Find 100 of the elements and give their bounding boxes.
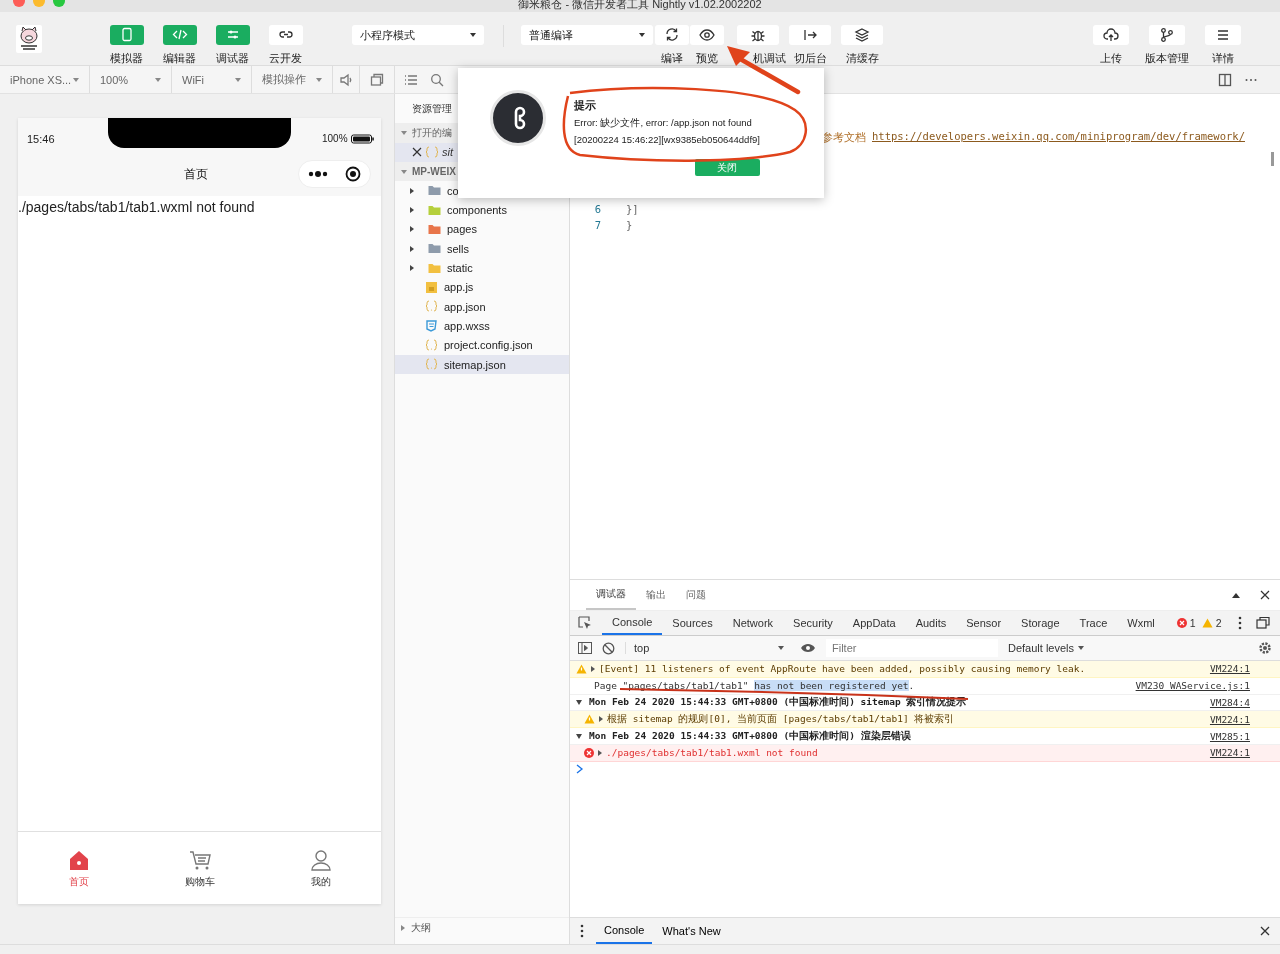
file-item[interactable]: sitemap.json: [395, 354, 569, 375]
source-link[interactable]: VM285:1: [1209, 730, 1250, 742]
file-item[interactable]: app.json: [395, 296, 569, 317]
mode-toggle-button[interactable]: [162, 25, 197, 45]
file-item[interactable]: project.config.json: [395, 335, 569, 355]
folder-item[interactable]: co: [395, 181, 458, 201]
compile-select[interactable]: 普通编译: [521, 25, 653, 45]
close-icon[interactable]: [1260, 926, 1270, 936]
console-message: Page "pages/tabs/tab1/tab1" has not been registered yet.: [594, 680, 915, 692]
section-header[interactable]: 打开的编: [395, 123, 458, 143]
outline-header[interactable]: 大纲: [395, 917, 569, 938]
clear-icon[interactable]: [602, 641, 615, 655]
error-icon: [1176, 618, 1187, 628]
mode-select[interactable]: 小程序模式: [352, 25, 484, 45]
search-icon[interactable]: [430, 72, 444, 87]
file-item[interactable]: app.wxss: [395, 316, 569, 336]
panel-title: 资源管理: [411, 101, 453, 116]
js-file-icon: [425, 280, 438, 294]
tab-bar-item[interactable]: 我的: [280, 847, 361, 889]
status-time: 15:46: [27, 133, 56, 145]
source-link[interactable]: VM284:4: [1209, 697, 1250, 708]
more-icon[interactable]: [1237, 616, 1242, 630]
css-file-icon: [425, 319, 438, 333]
battery-icon: [350, 133, 374, 144]
speaker-icon[interactable]: [339, 72, 353, 87]
switch-icon: [802, 27, 818, 43]
folder-item[interactable]: static: [395, 258, 569, 278]
list-icon[interactable]: [404, 72, 418, 87]
error-icon: [584, 747, 594, 758]
mode-toggle-button[interactable]: [109, 25, 144, 45]
devtools-tab[interactable]: Trace: [1069, 611, 1118, 635]
battery-level: 100%: [322, 133, 348, 144]
capsule-button[interactable]: [298, 160, 371, 188]
line-number: 6: [593, 203, 602, 215]
doc-link[interactable]: https://developers.weixin.qq.com/miniprogram/dev/framework/: [872, 130, 1245, 146]
folder-item[interactable]: components: [395, 200, 569, 220]
more-icon: [307, 171, 328, 177]
page-message: ./pages/tabs/tab1/tab1.wxml not found: [18, 198, 256, 217]
eye-icon[interactable]: [800, 643, 816, 653]
warning-count: 2: [1215, 617, 1222, 629]
console-message: Mon Feb 24 2020 15:44:33 GMT+0800 (中国标准时间) 渲染层错误: [589, 729, 911, 743]
toolbar-button[interactable]: [1149, 25, 1185, 45]
simulator-select[interactable]: 100%: [90, 66, 172, 93]
devtools-tab[interactable]: Audits: [905, 611, 957, 635]
toolbar-label: 云开发: [269, 51, 302, 66]
drawer-tab[interactable]: What's New: [654, 918, 729, 944]
source-link[interactable]: VM230 WAService.js:1: [1135, 680, 1250, 692]
split-view-icon[interactable]: [1218, 72, 1232, 87]
devtools-tab[interactable]: Sensor: [956, 611, 1012, 635]
prompt-icon: [576, 763, 584, 774]
collapse-icon[interactable]: [1232, 592, 1240, 598]
devtools-tab[interactable]: Network: [722, 611, 784, 635]
folder-item[interactable]: pages: [395, 219, 569, 240]
code-text: }: [626, 219, 633, 231]
toolbar-button[interactable]: [655, 25, 689, 45]
simulator-select[interactable]: iPhone XS...: [0, 66, 90, 93]
comment-text: 参考文档: [822, 130, 866, 145]
toolbar-label: 编辑器: [163, 51, 196, 66]
braces-icon: [425, 146, 439, 159]
eye-icon: [699, 27, 715, 43]
settings-icon[interactable]: [1258, 641, 1272, 655]
sidebar-icon[interactable]: [578, 642, 592, 654]
simulator-select[interactable]: 模拟操作: [252, 66, 333, 93]
devtools-tab[interactable]: Wxml: [1117, 611, 1165, 635]
context-select[interactable]: top: [625, 642, 784, 654]
dock-icon[interactable]: [1255, 616, 1270, 630]
mode-toggle-button[interactable]: [268, 25, 303, 45]
source-link[interactable]: VM224:1: [1209, 663, 1250, 675]
filter-field[interactable]: Filter: [826, 639, 998, 657]
devtools-tab[interactable]: AppData: [842, 611, 906, 635]
toolbar-label: 机调试: [751, 51, 786, 66]
devtools-tab[interactable]: Security: [783, 611, 843, 635]
branch-icon: [1159, 27, 1175, 43]
close-target-icon: [345, 166, 362, 182]
simulator-select[interactable]: WiFi: [172, 66, 252, 93]
mode-toggle-button[interactable]: [215, 25, 250, 45]
devtools-tab[interactable]: Sources: [662, 611, 723, 635]
toolbar-button[interactable]: [737, 25, 779, 45]
source-link[interactable]: VM224:1: [1209, 747, 1250, 759]
more-icon[interactable]: [580, 924, 584, 938]
window-icon[interactable]: [370, 72, 384, 87]
toolbar-button[interactable]: [1205, 25, 1241, 45]
panel-tab[interactable]: 输出: [636, 580, 676, 610]
toolbar-button[interactable]: [690, 25, 724, 45]
panel-tab[interactable]: 问题: [676, 580, 716, 610]
devtools-tab[interactable]: Storage: [1011, 611, 1070, 635]
close-icon[interactable]: [1260, 590, 1270, 600]
tab-bar-item[interactable]: 首页: [38, 847, 119, 889]
dialog-detail: [20200224 15:46:22][wx9385eb050644ddf9]: [574, 134, 760, 145]
levels-select[interactable]: Default levels: [1008, 642, 1085, 654]
file-item[interactable]: app.js: [395, 277, 569, 297]
source-link[interactable]: VM224:1: [1209, 713, 1250, 725]
toolbar-button[interactable]: [789, 25, 831, 45]
folder-item[interactable]: sells: [395, 239, 569, 259]
toolbar-button[interactable]: [841, 25, 883, 45]
inspect-icon[interactable]: [578, 616, 592, 630]
tab-bar-item[interactable]: 购物车: [159, 847, 240, 889]
toolbar-button[interactable]: [1093, 25, 1129, 45]
close-icon[interactable]: [412, 147, 422, 158]
toolbar-label: 编译: [661, 51, 683, 66]
